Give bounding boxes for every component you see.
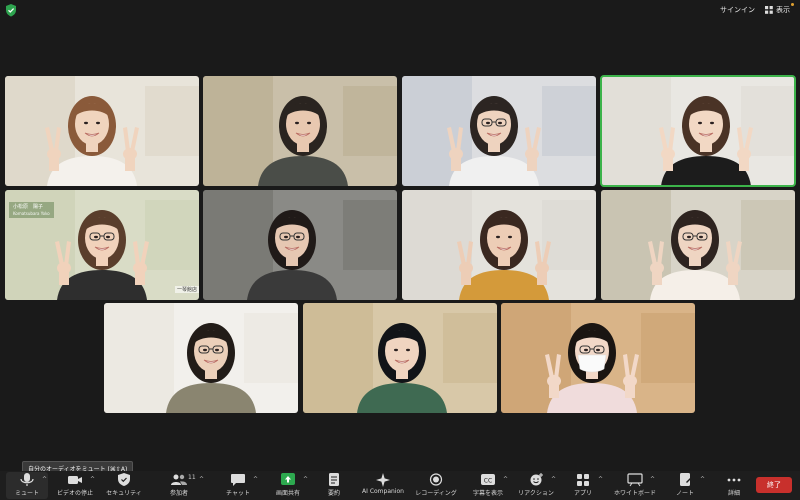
chat-bubble-icon xyxy=(228,473,248,486)
toolbar-label: チャット xyxy=(226,490,250,497)
toolbar-label: 詳細 xyxy=(727,490,740,497)
video-tile[interactable] xyxy=(501,303,695,413)
toolbar-label: アプリ xyxy=(573,490,592,497)
shield-icon[interactable] xyxy=(5,4,17,17)
meeting-toolbar: ミュート ^ ビデオの停止 ^ セキュリティ 参加者 11 ^ チャット ^ 画面共有 ^ … xyxy=(0,471,800,500)
share-screen-icon xyxy=(278,472,298,486)
toolbar-label: セキュリティ xyxy=(106,490,142,497)
summary-icon xyxy=(324,472,344,486)
toolbar-shield-check-button[interactable]: セキュリティ xyxy=(94,472,154,499)
participants-icon xyxy=(169,473,189,486)
video-tile[interactable]: 小松原 陽子 Komatsubara Yoko 一琴館店 xyxy=(5,190,199,300)
grid-icon xyxy=(765,6,773,14)
video-tile[interactable] xyxy=(402,190,596,300)
video-tile[interactable] xyxy=(601,190,795,300)
toolbar-ai-sparkle-button[interactable]: AI Companion xyxy=(353,472,413,499)
video-tile[interactable] xyxy=(5,76,199,186)
toolbar-label: ミュート xyxy=(14,490,39,497)
toolbar-label: AI Companion xyxy=(362,488,404,495)
end-meeting-button[interactable]: 終了 xyxy=(756,477,792,493)
toolbar-label: 画面共有 xyxy=(275,490,300,497)
video-camera-icon xyxy=(65,473,85,486)
video-tile[interactable] xyxy=(203,76,397,186)
toolbar-label: ノート xyxy=(675,490,694,497)
participant-name-sign: 小松原 陽子 Komatsubara Yoko xyxy=(9,202,54,218)
toolbar-label: レコーディング xyxy=(415,490,457,497)
view-label: 表示 xyxy=(776,6,790,14)
toolbar-label: リアクション xyxy=(518,490,554,497)
microphone-icon xyxy=(17,472,37,486)
video-tile[interactable] xyxy=(303,303,497,413)
signin-button[interactable]: サインイン xyxy=(720,5,755,15)
video-tile[interactable] xyxy=(600,75,796,187)
participant-name-romaji: Komatsubara Yoko xyxy=(13,210,50,216)
shield-check-icon xyxy=(114,472,134,486)
video-tile[interactable] xyxy=(104,303,298,413)
svg-text:CC: CC xyxy=(484,477,492,484)
apps-icon xyxy=(573,473,593,486)
whiteboard-icon xyxy=(625,472,645,486)
video-tile[interactable] xyxy=(402,76,596,186)
ai-sparkle-icon xyxy=(373,472,393,487)
more-icon xyxy=(724,473,744,486)
record-icon xyxy=(426,472,446,486)
video-tile[interactable] xyxy=(203,190,397,300)
toolbar-label: 要約 xyxy=(327,490,340,497)
reaction-icon xyxy=(526,472,546,486)
toolbar-label: ビデオの停止 xyxy=(56,490,93,497)
chevron-up-icon[interactable]: ^ xyxy=(199,476,204,483)
view-button[interactable]: 表示 xyxy=(765,5,790,15)
toolbar-record-button[interactable]: レコーディング xyxy=(406,472,466,499)
chevron-up-icon[interactable]: ^ xyxy=(598,476,603,483)
toolbar-label: ホワイトボード xyxy=(613,490,656,497)
toolbar-more-button[interactable]: 詳細 xyxy=(704,473,764,499)
toolbar-apps-button[interactable]: アプリ xyxy=(553,473,613,499)
participant-count: 11 xyxy=(188,474,196,481)
notes-icon xyxy=(675,472,695,486)
toolbar-label: 参加者 xyxy=(169,490,188,497)
captions-icon: CC xyxy=(478,473,498,486)
toolbar-label: 字幕を表示 xyxy=(472,490,503,497)
shop-label: 一琴館店 xyxy=(175,286,199,293)
notification-dot xyxy=(791,3,794,6)
